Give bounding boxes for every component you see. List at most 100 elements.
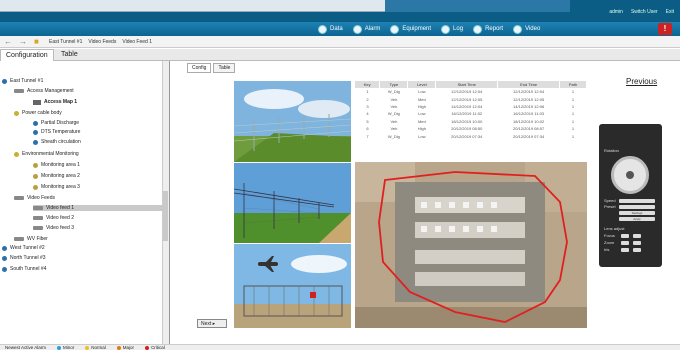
tree-node[interactable]: Partial Discharge xyxy=(33,120,79,126)
airport-map-image xyxy=(355,162,587,328)
column-header[interactable]: Key xyxy=(355,81,381,88)
focus-minus-button[interactable] xyxy=(621,234,629,238)
critical-dot-icon xyxy=(145,345,150,350)
column-header[interactable]: Start Time xyxy=(435,81,499,88)
column-header[interactable]: Type xyxy=(379,81,409,88)
table-cell: 1 xyxy=(571,111,575,117)
camera-icon xyxy=(33,226,43,230)
tree-node[interactable]: Video Feeds xyxy=(14,195,55,201)
iris-plus-button[interactable] xyxy=(633,248,641,252)
tree-label: Sheath circulation xyxy=(41,139,81,145)
tree-node[interactable]: DTS Temperature xyxy=(33,129,80,135)
table-cell: 20/12/2019 07:34 xyxy=(451,133,483,139)
breadcrumb-item[interactable]: East Tunnel #1 xyxy=(49,39,82,45)
table-cell: W_Dig xyxy=(387,111,400,117)
settings-button[interactable]: Settings xyxy=(619,211,655,215)
table-row[interactable]: 6 Veh High 20/12/2019 08:50 20/12/2019 08:57… xyxy=(355,125,587,132)
table-cell: 12/12/2019 12:04 xyxy=(513,89,545,95)
table-row[interactable]: 2 Veh Med 12/12/2019 12:05 12/12/2019 12:05 1 xyxy=(355,95,587,102)
gate-airplane-image xyxy=(234,244,351,328)
tree-node[interactable]: East Tunnel #1 xyxy=(2,78,43,84)
breadcrumb-item[interactable]: Video Feed 1 xyxy=(122,39,152,45)
video-frame-3[interactable] xyxy=(234,244,351,328)
previous-link[interactable]: Previous xyxy=(626,77,657,86)
table-cell: High xyxy=(417,103,426,109)
forward-arrow-icon[interactable]: → xyxy=(19,37,28,46)
user-name[interactable]: admin xyxy=(609,9,623,15)
tree-label: Video feed 1 xyxy=(46,205,74,211)
alarm-warning-icon[interactable]: ! xyxy=(658,23,672,35)
menu-item-equipment[interactable]: Equipment xyxy=(390,24,431,34)
tree-node[interactable]: Monitoring area 1 xyxy=(33,162,80,168)
apply-button[interactable]: Apply xyxy=(619,217,655,221)
satellite-map[interactable] xyxy=(355,162,587,328)
camera-icon xyxy=(14,89,24,93)
video-frame-2[interactable] xyxy=(234,163,351,243)
tree-node[interactable]: Video feed 2 xyxy=(33,215,74,221)
tree-node[interactable]: Monitoring area 3 xyxy=(33,184,80,190)
table-row[interactable]: 7 W_Dig Low 20/12/2019 07:34 20/12/2019 07:3… xyxy=(355,132,587,139)
scrollbar-thumb[interactable] xyxy=(163,191,168,241)
sidebar-scrollbar[interactable] xyxy=(162,61,169,344)
tab-configuration[interactable]: Configuration xyxy=(0,49,54,61)
table-cell: Veh xyxy=(390,96,398,102)
menu-item-report[interactable]: Report xyxy=(473,24,503,34)
table-cell: W_Dig xyxy=(387,89,400,95)
data-icon xyxy=(318,24,327,34)
zoom-minus-button[interactable] xyxy=(621,241,629,245)
table-row[interactable]: 3 Veh High 14/12/2019 12:04 14/12/2019 12:06… xyxy=(355,103,587,110)
preset-label: Preset xyxy=(604,204,616,209)
zoom-plus-button[interactable] xyxy=(633,241,641,245)
next-button[interactable]: Next ▸ xyxy=(197,319,227,328)
table-cell: 12/12/2019 12:04 xyxy=(451,89,483,95)
preset-select[interactable] xyxy=(619,205,655,209)
tunnel-icon xyxy=(2,78,7,84)
breadcrumb-item[interactable]: Video Feeds xyxy=(88,39,116,45)
menu-label: Video xyxy=(525,26,541,32)
monitor-icon xyxy=(33,173,38,179)
tree-node[interactable]: West Tunnel #2 xyxy=(2,245,45,251)
iris-minus-button[interactable] xyxy=(621,248,629,252)
dial-center-icon[interactable] xyxy=(626,171,634,179)
tree-node[interactable]: Monitoring area 2 xyxy=(33,173,80,179)
switch-user-link[interactable]: Switch User xyxy=(631,9,658,15)
tab-table-sub[interactable]: Table xyxy=(213,63,236,73)
speed-label: Speed xyxy=(604,198,616,203)
tab-table[interactable]: Table xyxy=(56,49,83,61)
tab-config[interactable]: Config xyxy=(187,63,212,73)
tree-node-selected[interactable]: Video feed 1 xyxy=(33,205,163,211)
menu-item-log[interactable]: Log xyxy=(441,24,463,34)
iris-label: Iris xyxy=(604,247,610,252)
status-bar: Newest Active Alarm Minor Normal Major C… xyxy=(0,344,680,350)
video-frame-1[interactable] xyxy=(234,81,351,162)
normal-dot-icon xyxy=(85,345,90,350)
tree-node[interactable]: South Tunnel #4 xyxy=(2,266,46,272)
tree-node[interactable]: Video feed 3 xyxy=(33,225,74,231)
table-row[interactable]: 5 Veh Med 18/12/2019 10:00 18/12/2019 10:02 1 xyxy=(355,118,587,125)
menu-item-video[interactable]: Video xyxy=(513,24,541,34)
tree-node[interactable]: Access Map 1 xyxy=(33,99,77,105)
column-header[interactable]: Path xyxy=(559,81,587,88)
rotation-dial[interactable] xyxy=(611,156,649,194)
focus-plus-button[interactable] xyxy=(633,234,641,238)
table-cell: 14/12/2019 12:04 xyxy=(451,103,483,109)
exit-link[interactable]: Exit xyxy=(666,9,674,15)
menu-item-alarm[interactable]: Alarm xyxy=(352,24,380,34)
back-arrow-icon[interactable]: ← xyxy=(4,37,13,46)
tree-node[interactable]: Sheath circulation xyxy=(33,139,81,145)
table-cell: 1 xyxy=(571,118,575,124)
column-header[interactable]: End Time xyxy=(497,81,561,88)
user-box: admin Switch User Exit xyxy=(609,9,674,15)
tree-node[interactable]: Access Management xyxy=(14,88,74,94)
tree-node[interactable]: Environmental Monitoring xyxy=(14,151,79,157)
main-tabs: Configuration Table xyxy=(0,49,680,61)
speed-slider[interactable] xyxy=(619,199,655,203)
tree-node[interactable]: WV Fiber xyxy=(14,236,48,242)
column-header[interactable]: Level xyxy=(407,81,437,88)
table-row[interactable]: 4 W_Dig Low 16/12/2019 11:02 16/12/2019 11:0… xyxy=(355,110,587,117)
menu-item-data[interactable]: Data xyxy=(318,24,343,34)
table-row[interactable]: 1 W_Dig Low 12/12/2019 12:04 12/12/2019 12:0… xyxy=(355,88,587,95)
tree-node[interactable]: Power cable body xyxy=(14,110,62,116)
rotation-label: Rotation xyxy=(604,148,619,153)
tree-node[interactable]: North Tunnel #3 xyxy=(2,255,46,261)
